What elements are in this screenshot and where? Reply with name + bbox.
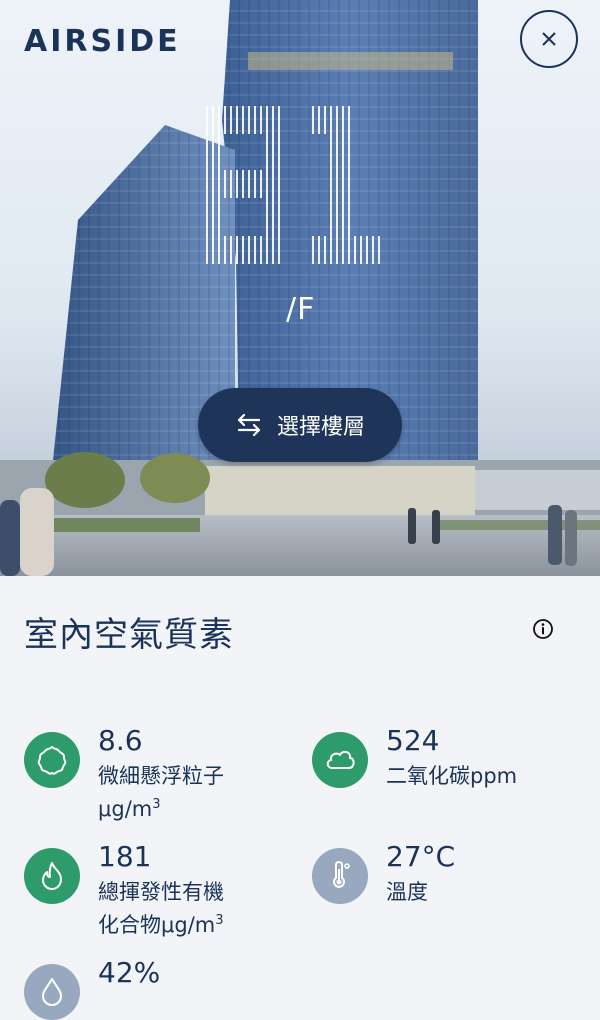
metric-value: 8.6 — [98, 724, 143, 757]
metric-value: 181 — [98, 840, 152, 873]
select-floor-button[interactable]: 選擇樓層 — [198, 388, 402, 462]
metric-label-line2: 化合物μg/m — [98, 913, 216, 937]
floor-unit-label: /F — [286, 292, 316, 327]
building-photo — [0, 0, 600, 576]
metric-value: 42% — [98, 956, 161, 989]
metric-label-sup: 3 — [215, 913, 224, 928]
metric-label-line1: 總揮發性有機 — [98, 880, 224, 904]
flame-icon — [42, 862, 62, 890]
metric-icon-badge — [24, 848, 80, 904]
metric-label-line1: 二氧化碳ppm — [386, 764, 518, 788]
particle-icon — [37, 746, 67, 775]
cloud-icon — [326, 750, 355, 769]
info-icon[interactable] — [532, 618, 554, 640]
metric-label: 溫度 — [386, 876, 428, 909]
metric-label: 微細懸浮粒子 μg/m3 — [98, 760, 224, 826]
hero-banner: AIRSIDE /F 選擇樓層 — [0, 0, 600, 576]
metric-label-line1: 溫度 — [386, 880, 428, 904]
section-title: 室內空氣質素 — [24, 615, 234, 655]
thermometer-icon — [333, 861, 350, 888]
airside-logo: AIRSIDE — [24, 24, 181, 59]
metric-icon-badge — [312, 848, 368, 904]
swap-arrows-icon — [237, 413, 261, 437]
metric-label-line2: μg/m — [98, 797, 153, 821]
metric-icon-badge — [312, 732, 368, 788]
metric-value: 27°C — [386, 840, 456, 873]
select-floor-label: 選擇樓層 — [276, 415, 365, 440]
metric-label-line1: 微細懸浮粒子 — [98, 764, 224, 788]
metric-value: 524 — [386, 724, 440, 757]
floor-number-graphic — [206, 106, 380, 264]
droplet-icon — [42, 978, 62, 1006]
metric-label: 總揮發性有機 化合物μg/m3 — [98, 876, 224, 942]
metric-icon-badge — [24, 964, 80, 1020]
close-button[interactable] — [520, 10, 578, 68]
metric-label-sup: 3 — [152, 797, 161, 812]
metric-label: 二氧化碳ppm — [386, 760, 517, 793]
metric-icon-badge — [24, 732, 80, 788]
close-icon — [542, 32, 556, 46]
